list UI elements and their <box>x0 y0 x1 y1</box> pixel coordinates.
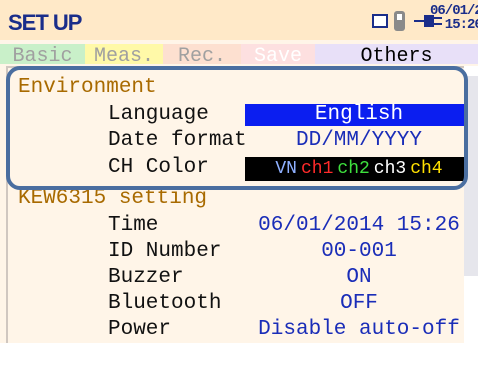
usb-icon <box>394 11 405 31</box>
bluetooth-label: Bluetooth <box>108 292 222 315</box>
device-screen: SET UP 06/01/2014 15:26:48 Basic Meas. R… <box>0 0 478 343</box>
blank-area <box>0 343 489 372</box>
tab-bar: Basic Meas. Rec. Save Others <box>0 44 478 64</box>
buzzer-label: Buzzer <box>108 266 184 289</box>
time-label: Time <box>108 214 159 237</box>
power-label: Power <box>108 318 172 341</box>
section-kew-setting: KEW6315 setting <box>18 187 208 210</box>
date-text: 06/01/2014 <box>430 3 478 19</box>
tab-meas[interactable]: Meas. <box>85 44 163 64</box>
id-number-value[interactable]: 00-001 <box>245 240 473 263</box>
tab-others[interactable]: Others <box>315 44 478 64</box>
id-number-label: ID Number <box>108 240 222 263</box>
time-text: 15:26:48 <box>444 17 478 33</box>
bluetooth-value[interactable]: OFF <box>245 292 473 315</box>
tab-basic[interactable]: Basic <box>0 44 85 64</box>
tab-rec[interactable]: Rec. <box>163 44 241 64</box>
tab-save[interactable]: Save <box>241 44 315 64</box>
clock-readout: 06/01/2014 15:26:48 <box>430 4 478 32</box>
environment-highlight-frame <box>6 66 468 190</box>
header-bar: SET UP 06/01/2014 15:26:48 <box>0 0 478 40</box>
time-value[interactable]: 06/01/2014 15:26 <box>245 214 473 237</box>
buzzer-value[interactable]: ON <box>245 266 473 289</box>
power-value[interactable]: Disable auto-off <box>245 318 473 341</box>
page-title: SET UP <box>8 10 82 35</box>
memory-card-icon <box>372 14 388 28</box>
